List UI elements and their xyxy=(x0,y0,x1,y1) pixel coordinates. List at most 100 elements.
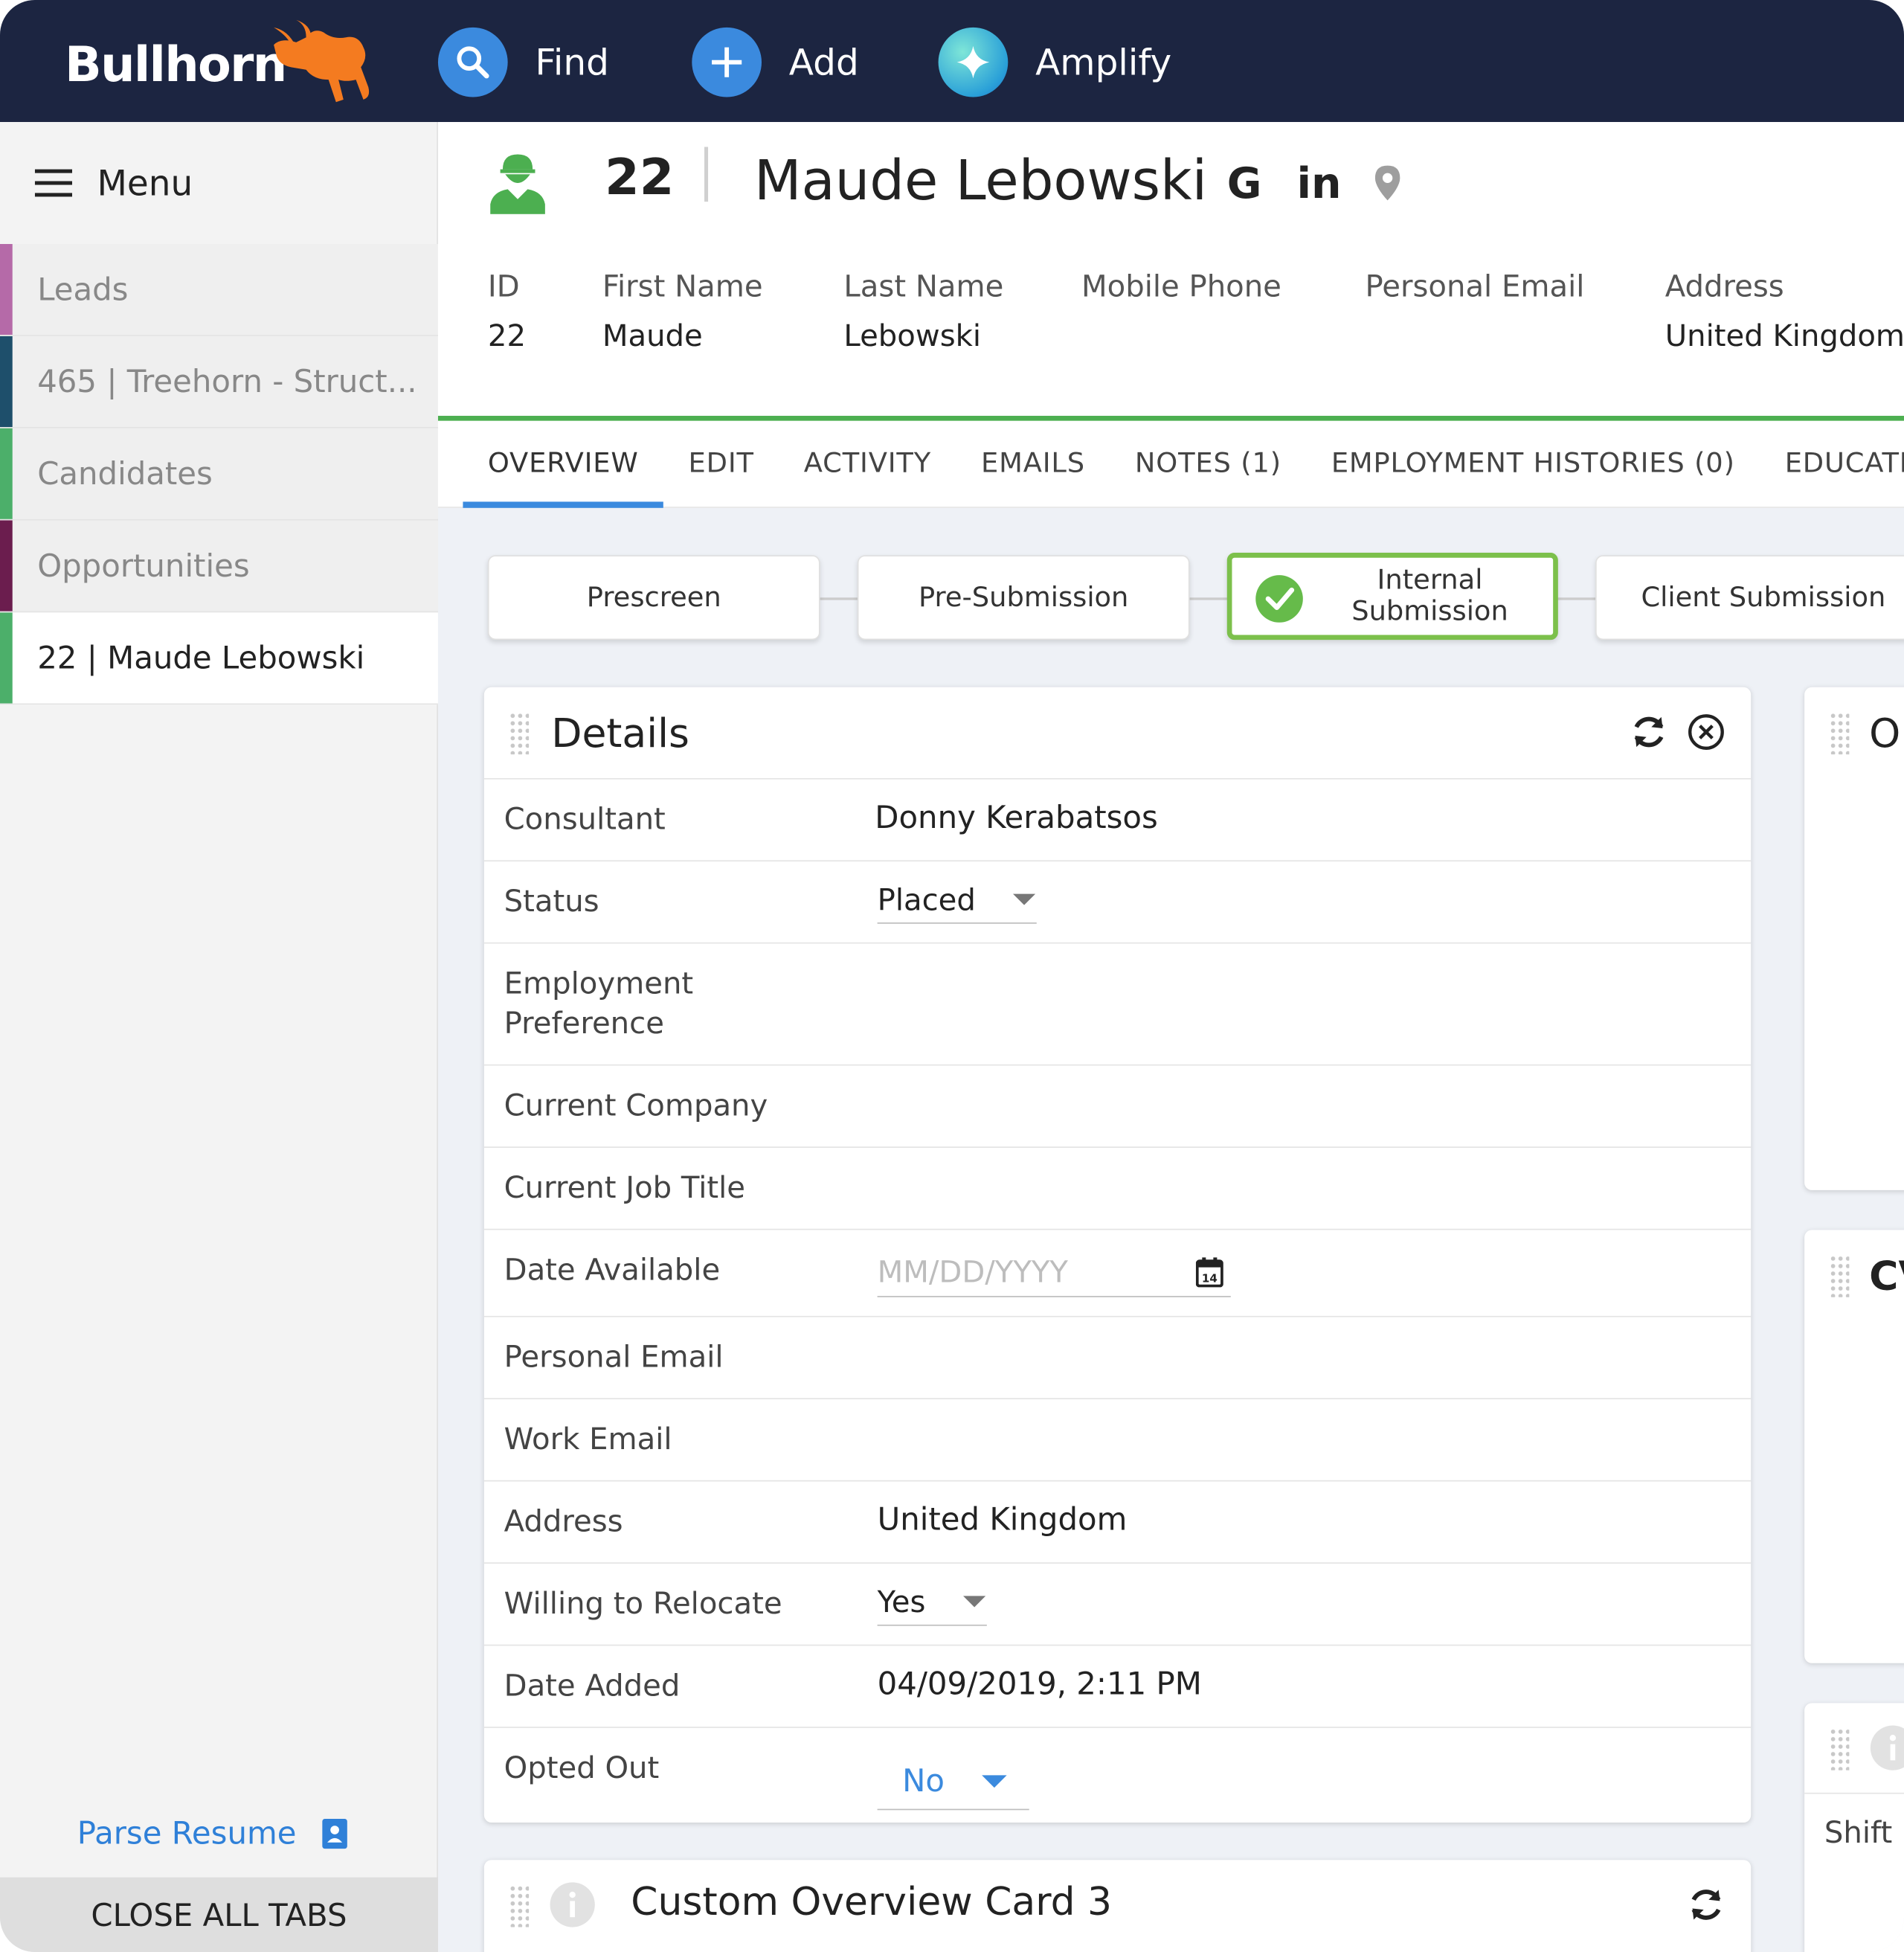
tab-activity[interactable]: ACTIVITY xyxy=(779,420,956,507)
record-name: Maude Lebowski xyxy=(753,149,1208,214)
stage-internal-submission[interactable]: Internal Submission xyxy=(1226,553,1558,640)
stage-prescreen[interactable]: Prescreen xyxy=(487,555,820,640)
sidebar-item[interactable]: 465 | Treehorn - Struct... xyxy=(0,336,438,428)
add-button[interactable]: Add xyxy=(692,27,859,97)
sparkle-icon xyxy=(938,27,1009,97)
field-key: Last Name xyxy=(843,269,1004,304)
chevron-down-icon xyxy=(982,1774,1007,1788)
date-placeholder: MM/DD/YYYY xyxy=(877,1254,1068,1289)
sidebar-item-label: 465 | Treehorn - Struct... xyxy=(37,363,417,400)
parse-resume-link[interactable]: Parse Resume xyxy=(77,1814,349,1852)
record-id: 22 xyxy=(605,149,675,207)
info-icon[interactable] xyxy=(549,1881,596,1929)
tab-emails[interactable]: EMAILS xyxy=(956,420,1110,507)
bullhorn-logo-text: Bullhorn xyxy=(65,37,287,94)
info-icon[interactable] xyxy=(1869,1724,1904,1772)
side-card-1: O xyxy=(1804,687,1904,1190)
sidebar-item[interactable]: Candidates xyxy=(0,428,438,521)
opted-out-select[interactable]: No xyxy=(877,1753,1029,1811)
drag-handle-icon[interactable] xyxy=(1829,1727,1850,1770)
stage-client-submission[interactable]: Client Submission xyxy=(1595,555,1904,640)
chevron-down-icon xyxy=(962,1596,985,1608)
close-all-tabs-button[interactable]: CLOSE ALL TABS xyxy=(0,1877,438,1952)
menu-label: Menu xyxy=(97,162,193,204)
record-header: 22 Maude Lebowski G in ID 22 First Name Ma… xyxy=(437,122,1904,508)
custom-overview-card: Custom Overview Card 3 xyxy=(483,1860,1752,1952)
map-pin-icon[interactable] xyxy=(1374,164,1401,202)
relocate-select[interactable]: Yes xyxy=(877,1579,987,1626)
tab-employment-histories[interactable]: EMPLOYMENT HISTORIES (0) xyxy=(1306,420,1760,507)
detail-row-status: Status Placed xyxy=(483,860,1752,942)
address-value: United Kingdom xyxy=(877,1501,1128,1538)
parse-resume-label: Parse Resume xyxy=(77,1814,297,1852)
detail-label: Current Company xyxy=(504,1088,768,1123)
detail-row-work-email: Work Email xyxy=(483,1398,1752,1480)
details-title: Details xyxy=(551,709,689,757)
find-label: Find xyxy=(535,41,609,84)
sidebar-item[interactable]: Leads xyxy=(0,244,438,336)
stage-connector xyxy=(1188,597,1229,600)
google-search-icon[interactable]: G xyxy=(1227,159,1262,209)
sidebar-item[interactable]: 22 | Maude Lebowski xyxy=(0,612,438,705)
detail-row-consultant: Consultant Donny Kerabatsos xyxy=(483,777,1752,860)
drag-handle-icon[interactable] xyxy=(1829,712,1850,755)
record-tabs: OVERVIEW EDIT ACTIVITY EMAILS NOTES (1) EMPLO… xyxy=(437,420,1904,508)
tab-edit[interactable]: EDIT xyxy=(663,420,779,507)
detail-label: Willing to Relocate xyxy=(504,1586,782,1621)
detail-row-employment-preference: Employment Preference xyxy=(483,942,1752,1065)
detail-row-date-available: Date Available MM/DD/YYYY 14 xyxy=(483,1228,1752,1316)
close-circle-icon[interactable] xyxy=(1688,713,1725,751)
side-card-1-title: O xyxy=(1869,709,1901,757)
detail-label: Date Available xyxy=(504,1252,721,1288)
detail-row-current-job-title: Current Job Title xyxy=(483,1146,1752,1228)
detail-label-line: Employment xyxy=(504,966,694,1001)
drag-handle-icon[interactable] xyxy=(1829,1254,1850,1297)
detail-label: Work Email xyxy=(504,1422,672,1457)
field-value: 22 xyxy=(487,318,527,354)
amplify-button[interactable]: Amplify xyxy=(938,27,1171,97)
sidebar-item-label: Candidates xyxy=(37,455,213,492)
field-value: Maude xyxy=(602,318,703,354)
app-root: Bullhorn Find Add Amplify Menu Leads 465… xyxy=(0,0,1904,1952)
bullhorn-bull-logo-icon xyxy=(274,19,370,103)
status-select[interactable]: Placed xyxy=(877,876,1037,924)
custom-card-title: Custom Overview Card 3 xyxy=(631,1879,1113,1925)
side-card-3-divider xyxy=(1804,1792,1904,1794)
menu-toggle[interactable]: Menu xyxy=(0,122,438,244)
field-key: Address xyxy=(1665,269,1784,304)
date-available-input[interactable]: MM/DD/YYYY 14 xyxy=(877,1248,1231,1297)
calendar-icon[interactable]: 14 xyxy=(1195,1257,1223,1288)
date-added-value: 04/09/2019, 2:11 PM xyxy=(877,1666,1202,1702)
detail-label: Opted Out xyxy=(504,1750,660,1785)
find-button[interactable]: Find xyxy=(437,27,609,97)
field-id: ID 22 xyxy=(488,269,526,353)
field-value: United Kingdom xyxy=(1665,318,1904,354)
detail-label: Consultant xyxy=(504,801,666,837)
tab-education[interactable]: EDUCATION xyxy=(1760,420,1904,507)
drag-handle-icon[interactable] xyxy=(509,712,530,755)
detail-label: Personal Email xyxy=(504,1339,724,1375)
detail-label: Current Job Title xyxy=(504,1170,745,1205)
tab-overview[interactable]: OVERVIEW xyxy=(463,420,664,507)
refresh-icon[interactable] xyxy=(1629,712,1669,752)
stage-pre-submission[interactable]: Pre-Submission xyxy=(857,555,1190,640)
detail-row-address: Address United Kingdom xyxy=(483,1480,1752,1562)
sidebar-item[interactable]: Opportunities xyxy=(0,520,438,613)
sidebar-item-label: Leads xyxy=(37,271,129,308)
refresh-icon[interactable] xyxy=(1686,1885,1726,1925)
sidebar-item-color-bar xyxy=(0,428,13,519)
detail-row-date-added: Date Added 04/09/2019, 2:11 PM xyxy=(483,1644,1752,1727)
linkedin-icon[interactable]: in xyxy=(1296,159,1341,209)
detail-row-personal-email: Personal Email xyxy=(483,1315,1752,1398)
stage-connector xyxy=(1555,597,1598,600)
tab-notes[interactable]: NOTES (1) xyxy=(1110,420,1306,507)
resume-icon xyxy=(322,1818,348,1849)
stage-label: Internal Submission xyxy=(1307,565,1553,628)
detail-label: Address xyxy=(504,1503,623,1539)
candidate-person-icon xyxy=(490,154,545,214)
drag-handle-icon[interactable] xyxy=(509,1884,530,1927)
stage-label-line: Submission xyxy=(1351,596,1508,628)
hamburger-icon xyxy=(34,169,73,197)
detail-label: Date Added xyxy=(504,1668,681,1704)
top-nav-bar: Bullhorn Find Add Amplify xyxy=(0,0,1904,123)
